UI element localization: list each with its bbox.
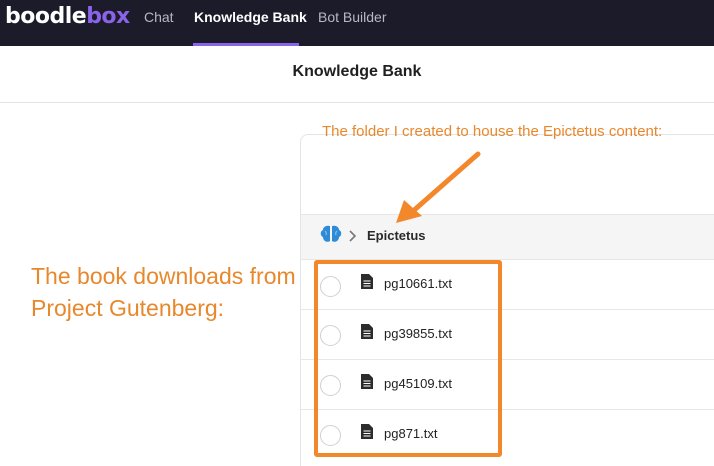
annotation-arrow-icon xyxy=(396,151,481,223)
page-title: Knowledge Bank xyxy=(292,63,422,80)
logo-accent-text: box xyxy=(86,4,130,29)
breadcrumb xyxy=(301,215,714,259)
books-annotation: The book downloads from Project Gutenber… xyxy=(31,263,296,321)
brain-icon[interactable] xyxy=(320,225,342,243)
breadcrumb-folder-epictetus[interactable]: Epictetus xyxy=(367,228,426,243)
folder-annotation: The folder I created to house the Epicte… xyxy=(322,123,663,140)
boodlebox-logo[interactable]: boodlebox xyxy=(5,4,130,29)
tab-knowledge-bank[interactable]: Knowledge Bank xyxy=(194,9,307,25)
top-nav-bar: boodlebox Chat Knowledge Bank Bot Builde… xyxy=(0,0,714,46)
file-list-highlight-box xyxy=(314,260,502,457)
header-divider xyxy=(0,102,714,103)
tab-bot-builder[interactable]: Bot Builder xyxy=(318,9,386,25)
logo-main-text: boodle xyxy=(5,4,87,29)
chevron-right-icon xyxy=(349,230,357,242)
tab-chat[interactable]: Chat xyxy=(144,9,174,25)
active-tab-indicator xyxy=(193,43,299,46)
